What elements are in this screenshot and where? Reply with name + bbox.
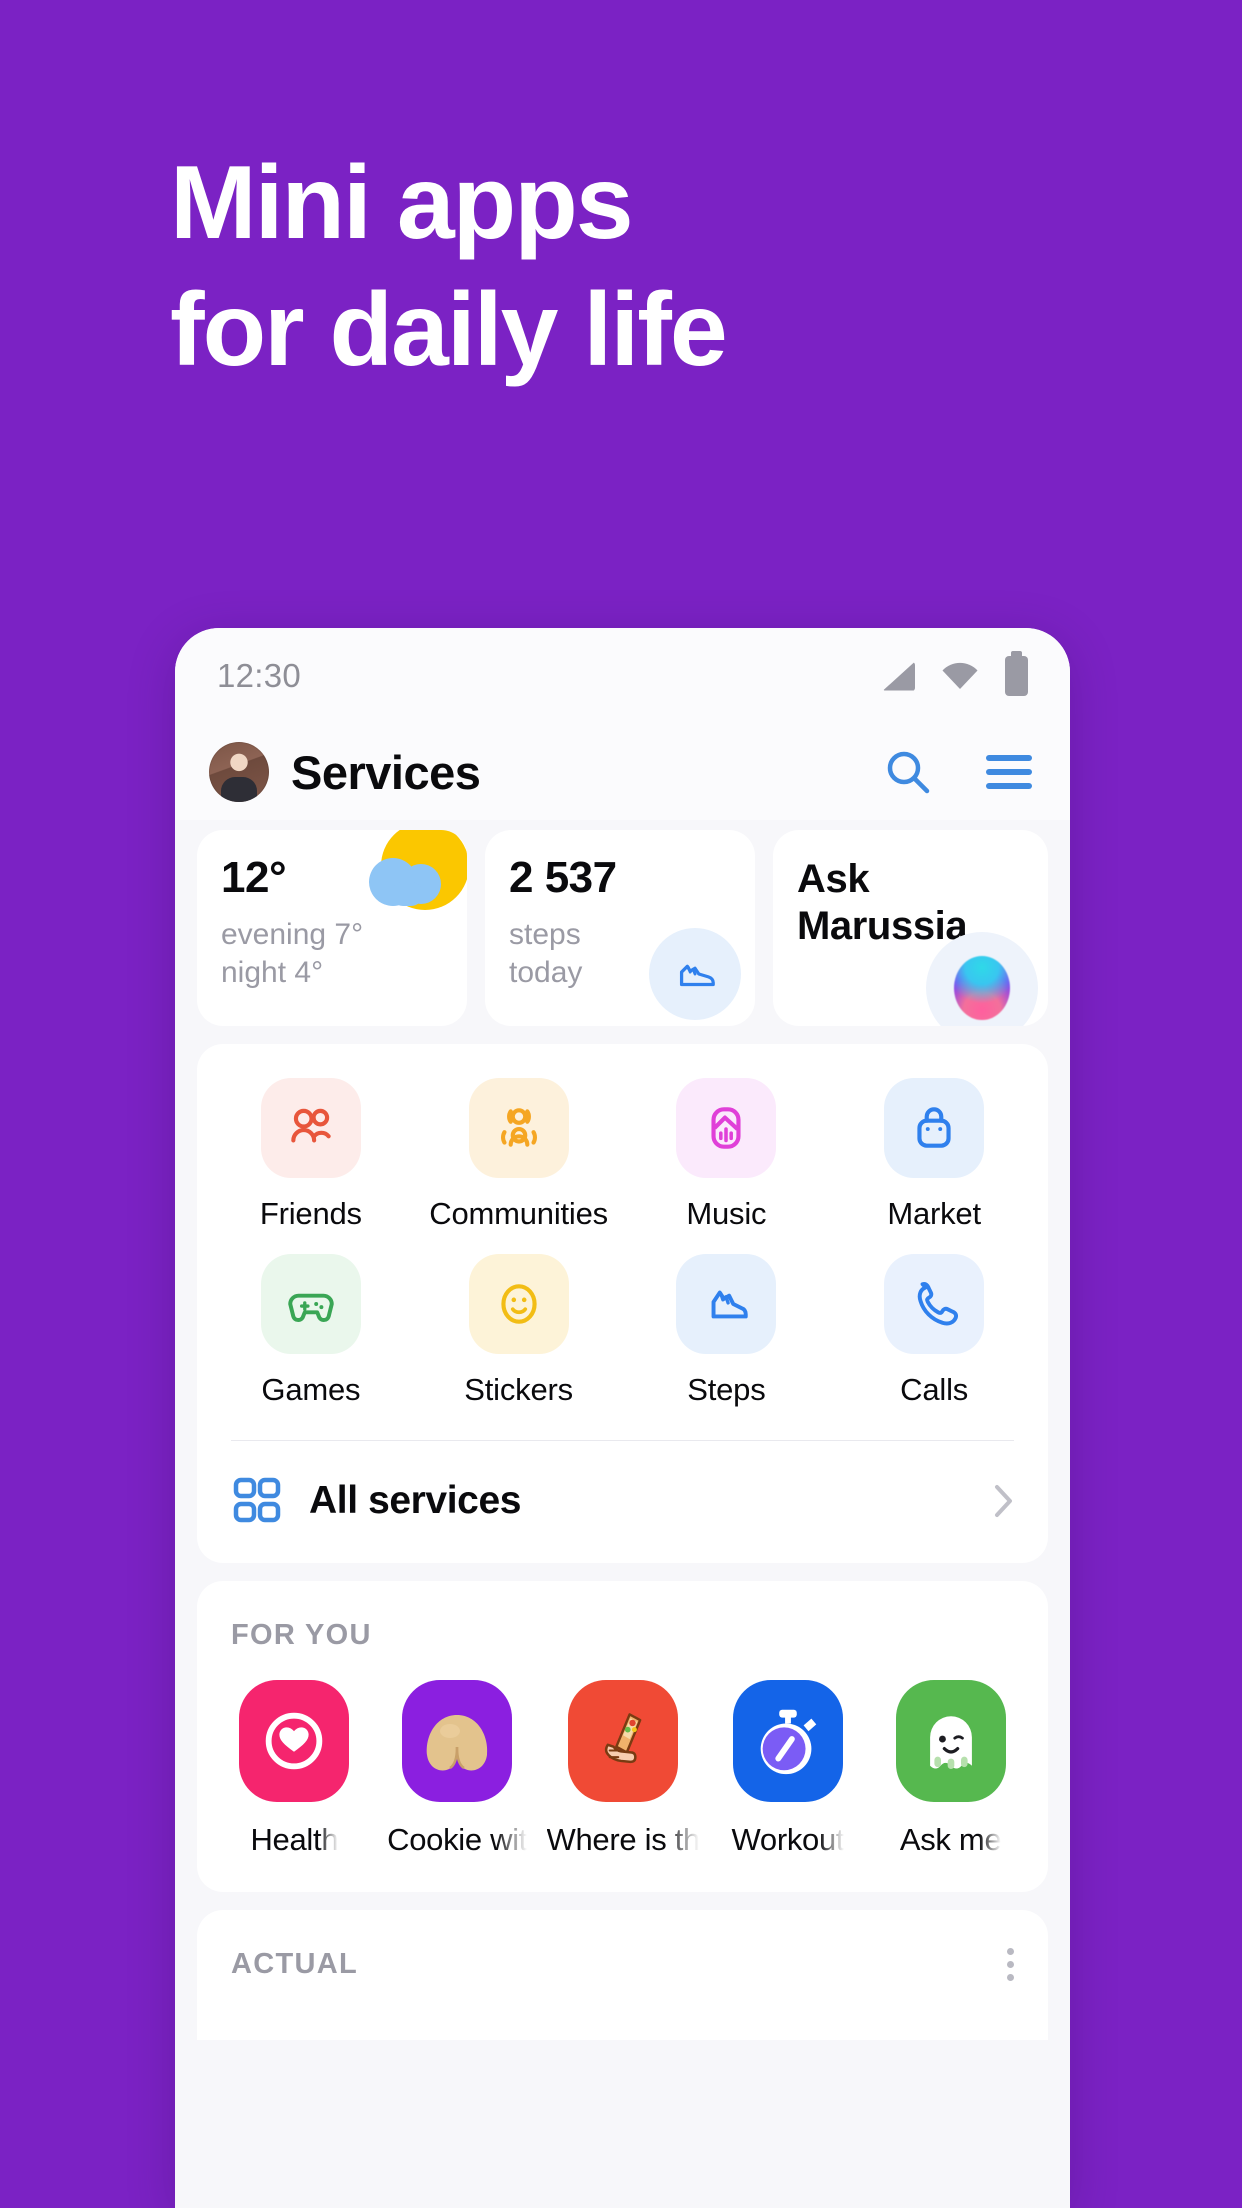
phone-icon — [884, 1254, 985, 1354]
status-bar: 12:30 — [175, 628, 1070, 724]
for-you-list: Health Cookie wit Where is th Workout As… — [197, 1652, 1048, 1892]
service-item-music[interactable]: Music — [623, 1078, 831, 1232]
for-you-item-where-is-the[interactable]: Where is th — [547, 1680, 699, 1858]
services-grid: Friends Communities Music Market Games S… — [197, 1044, 1048, 1416]
status-bar-clock: 12:30 — [217, 657, 302, 694]
communities-icon — [468, 1078, 569, 1178]
promo-headline-line-1: Mini apps — [170, 145, 634, 261]
service-item-calls[interactable]: Calls — [830, 1254, 1038, 1408]
app-bar-actions — [884, 748, 1032, 796]
heart-target-icon — [239, 1680, 350, 1802]
sneaker-icon — [649, 928, 741, 1020]
for-you-item-ask-me[interactable]: Ask me — [877, 1680, 1024, 1858]
services-card: Friends Communities Music Market Games S… — [197, 1044, 1048, 1563]
service-item-steps[interactable]: Steps — [623, 1254, 831, 1408]
for-you-label: Ask me — [899, 1822, 1002, 1857]
service-label: Friends — [259, 1196, 362, 1231]
service-item-communities[interactable]: Communities — [415, 1078, 623, 1232]
widgets-row: 12° evening 7° night 4° 2 537 steps toda… — [175, 820, 1070, 1026]
grid-4-icon — [231, 1475, 283, 1527]
friends-icon — [260, 1078, 361, 1178]
ghost-icon — [895, 1680, 1006, 1802]
for-you-section-header: FOR YOU — [197, 1581, 1048, 1652]
assistant-orb-gradient — [954, 956, 1010, 1020]
status-bar-icons — [883, 651, 1028, 696]
for-you-item-cookie[interactable]: Cookie wit — [384, 1680, 531, 1858]
all-services-row[interactable]: All services — [197, 1441, 1048, 1563]
wifi-icon — [941, 662, 979, 690]
promo-headline-line-2: for daily life — [170, 271, 728, 388]
for-you-card: FOR YOU Health Cookie wit Where is th Wo… — [197, 1581, 1048, 1892]
service-label: Music — [686, 1196, 767, 1231]
actual-title: ACTUAL — [231, 1948, 359, 1980]
steps-widget[interactable]: 2 537 steps today — [485, 830, 755, 1026]
signal-icon — [883, 661, 915, 691]
steps-count: 2 537 — [509, 853, 617, 902]
phone-mockup: 12:30 Services 12° evening 7° night 4° 2… — [175, 628, 1070, 2208]
actual-section-header: ACTUAL — [197, 1910, 1048, 1981]
shawarma-hand-icon — [567, 1680, 678, 1802]
for-you-label: Cookie wit — [387, 1822, 528, 1857]
market-bag-icon — [884, 1078, 985, 1178]
service-item-stickers[interactable]: Stickers — [415, 1254, 623, 1408]
service-label: Games — [261, 1372, 361, 1407]
chevron-right-icon — [994, 1484, 1014, 1518]
smiley-icon — [468, 1254, 569, 1354]
service-label: Market — [887, 1196, 981, 1231]
all-services-label: All services — [309, 1479, 522, 1522]
music-icon — [676, 1078, 777, 1178]
service-item-friends[interactable]: Friends — [207, 1078, 415, 1232]
sneaker-icon — [676, 1254, 777, 1354]
battery-icon — [1005, 651, 1028, 696]
service-item-market[interactable]: Market — [830, 1078, 1038, 1232]
service-label: Calls — [900, 1372, 969, 1407]
gamepad-icon — [260, 1254, 361, 1354]
search-icon[interactable] — [884, 748, 932, 796]
service-item-games[interactable]: Games — [207, 1254, 415, 1408]
promo-headline: Mini apps for daily life — [170, 140, 728, 394]
actual-card: ACTUAL — [197, 1910, 1048, 2040]
fortune-cookie-icon — [402, 1680, 513, 1802]
hamburger-menu-icon[interactable] — [986, 755, 1032, 789]
for-you-label: Where is th — [546, 1822, 699, 1857]
for-you-label: Health — [250, 1822, 339, 1857]
app-bar: Services — [175, 724, 1070, 820]
service-label: Communities — [429, 1196, 608, 1231]
for-you-label: Workout — [731, 1822, 845, 1857]
weather-widget[interactable]: 12° evening 7° night 4° — [197, 830, 467, 1026]
for-you-item-workout[interactable]: Workout — [715, 1680, 862, 1858]
stopwatch-icon — [732, 1680, 843, 1802]
kebab-menu-icon[interactable] — [1007, 1948, 1014, 1981]
assistant-title-line-1: Ask — [797, 857, 870, 901]
for-you-title: FOR YOU — [231, 1619, 372, 1651]
service-label: Stickers — [464, 1372, 573, 1407]
assistant-widget[interactable]: Ask Marussia — [773, 830, 1048, 1026]
sun-cloud-icon — [353, 830, 467, 940]
avatar[interactable] — [209, 742, 269, 802]
for-you-item-health[interactable]: Health — [221, 1680, 368, 1858]
page-title: Services — [291, 745, 481, 799]
service-label: Steps — [687, 1372, 766, 1407]
weather-night: night 4° — [221, 956, 324, 990]
